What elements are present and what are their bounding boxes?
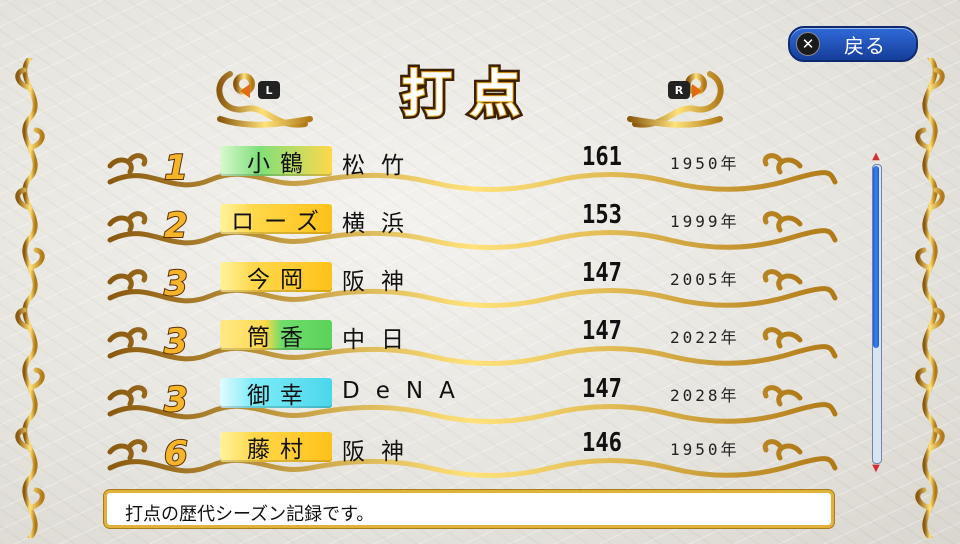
back-button-label: 戻る <box>844 33 886 58</box>
season-year: 1950年 <box>670 154 740 173</box>
rank-number: 3 <box>163 263 189 305</box>
cross-button-icon: ✕ <box>796 32 820 56</box>
rank-number: 3 <box>163 321 189 363</box>
rbi-value: 147 <box>582 374 622 404</box>
player-name-tag: 藤村 <box>220 432 332 463</box>
left-gold-ornament <box>15 58 45 538</box>
season-year: 2028年 <box>670 386 740 405</box>
rank-number: 2 <box>163 205 189 247</box>
scrollbar[interactable]: ▲ ▼ <box>869 152 883 474</box>
right-gold-ornament <box>915 58 945 538</box>
rank-number: 3 <box>163 379 189 421</box>
player-name-tag: 今岡 <box>220 262 332 293</box>
team-name: 松竹 <box>342 153 420 179</box>
team-name: 横浜 <box>342 211 420 237</box>
page-title: 打点 <box>401 64 538 124</box>
scroll-down-arrow-icon[interactable]: ▼ <box>870 464 882 474</box>
record-row[interactable]: 3 筒香 中日 147 2022年 <box>100 316 840 374</box>
scroll-up-arrow-icon[interactable]: ▲ <box>870 152 882 162</box>
rbi-value: 147 <box>582 316 622 346</box>
record-row[interactable]: 3 今岡 阪神 147 2005年 <box>100 258 840 316</box>
season-year: 2022年 <box>670 328 740 347</box>
record-row[interactable]: 3 御幸 DeNA 147 2028年 <box>100 374 840 432</box>
record-row[interactable]: 2 ローズ 横浜 153 1999年 <box>100 200 840 258</box>
player-name-tag: ローズ <box>220 204 332 235</box>
title-area: L R 打点 打点 <box>200 44 740 144</box>
team-name: 阪神 <box>342 439 420 465</box>
rbi-value: 153 <box>582 200 622 230</box>
player-name-tag: 小鶴 <box>220 146 332 177</box>
team-name: 中日 <box>342 327 420 353</box>
player-name-tag: 御幸 <box>220 378 332 409</box>
help-message: 打点の歴代シーズン記録です。 <box>125 504 375 525</box>
record-row[interactable]: 1 小鶴 松竹 161 1950年 <box>100 142 840 200</box>
season-year: 1950年 <box>670 440 740 459</box>
team-name: 阪神 <box>342 269 420 295</box>
rbi-value: 161 <box>582 142 622 172</box>
back-button[interactable]: ✕ 戻る <box>788 26 918 62</box>
player-name-tag: 筒香 <box>220 320 332 351</box>
help-message-box: 打点の歴代シーズン記録です。 <box>104 490 834 528</box>
rbi-value: 146 <box>582 428 622 458</box>
team-name: DeNA <box>342 378 471 404</box>
rbi-value: 147 <box>582 258 622 288</box>
rank-number: 6 <box>163 433 189 475</box>
rank-number: 1 <box>163 147 189 189</box>
scrollbar-thumb[interactable] <box>873 166 879 348</box>
record-row[interactable]: 6 藤村 阪神 146 1950年 <box>100 428 840 478</box>
season-year: 2005年 <box>670 270 740 289</box>
season-year: 1999年 <box>670 212 740 231</box>
